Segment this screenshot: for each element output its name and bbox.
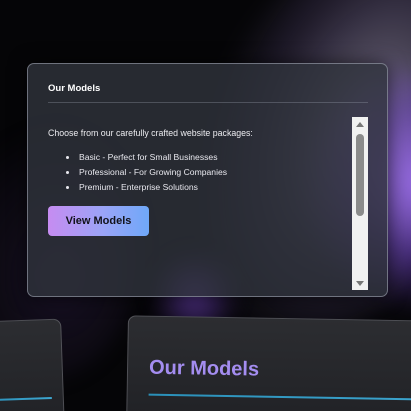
- models-section-panel: Our Models: [126, 315, 411, 411]
- list-item: Basic - Perfect for Small Businesses: [66, 150, 348, 165]
- packages-intro: Choose from our carefully crafted websit…: [48, 128, 253, 138]
- list-item: Professional - For Growing Companies: [66, 165, 348, 180]
- package-basic: Basic - Perfect for Small Businesses: [79, 152, 218, 162]
- arrow-down-icon: [356, 280, 364, 286]
- section-title: Our Models: [148, 356, 260, 381]
- bullet-icon: [66, 156, 69, 159]
- packages-list: Basic - Perfect for Small Businesses Pro…: [48, 150, 348, 195]
- list-item: Premium - Enterprise Solutions: [66, 180, 348, 195]
- view-models-button[interactable]: View Models: [48, 206, 149, 236]
- bullet-icon: [66, 171, 69, 174]
- models-card: Our Models Choose from our carefully cra…: [27, 63, 388, 297]
- scroll-down-button[interactable]: [352, 276, 368, 290]
- scroll-up-button[interactable]: [352, 117, 368, 131]
- page-background: Our Models Choose from our carefully cra…: [0, 0, 411, 411]
- package-professional: Professional - For Growing Companies: [79, 167, 228, 177]
- package-premium: Premium - Enterprise Solutions: [79, 182, 198, 192]
- arrow-up-icon: [356, 121, 364, 127]
- bullet-icon: [66, 186, 69, 189]
- card-divider: [48, 102, 368, 103]
- scrollbar-thumb[interactable]: [356, 134, 364, 216]
- section-title-underline: [148, 393, 411, 401]
- card-scroll-content[interactable]: Choose from our carefully crafted websit…: [48, 116, 348, 286]
- card-scrollbar[interactable]: [352, 117, 368, 290]
- panel-underline-left: [0, 396, 52, 402]
- card-title: Our Models: [48, 83, 101, 94]
- side-panel-left: [0, 318, 65, 411]
